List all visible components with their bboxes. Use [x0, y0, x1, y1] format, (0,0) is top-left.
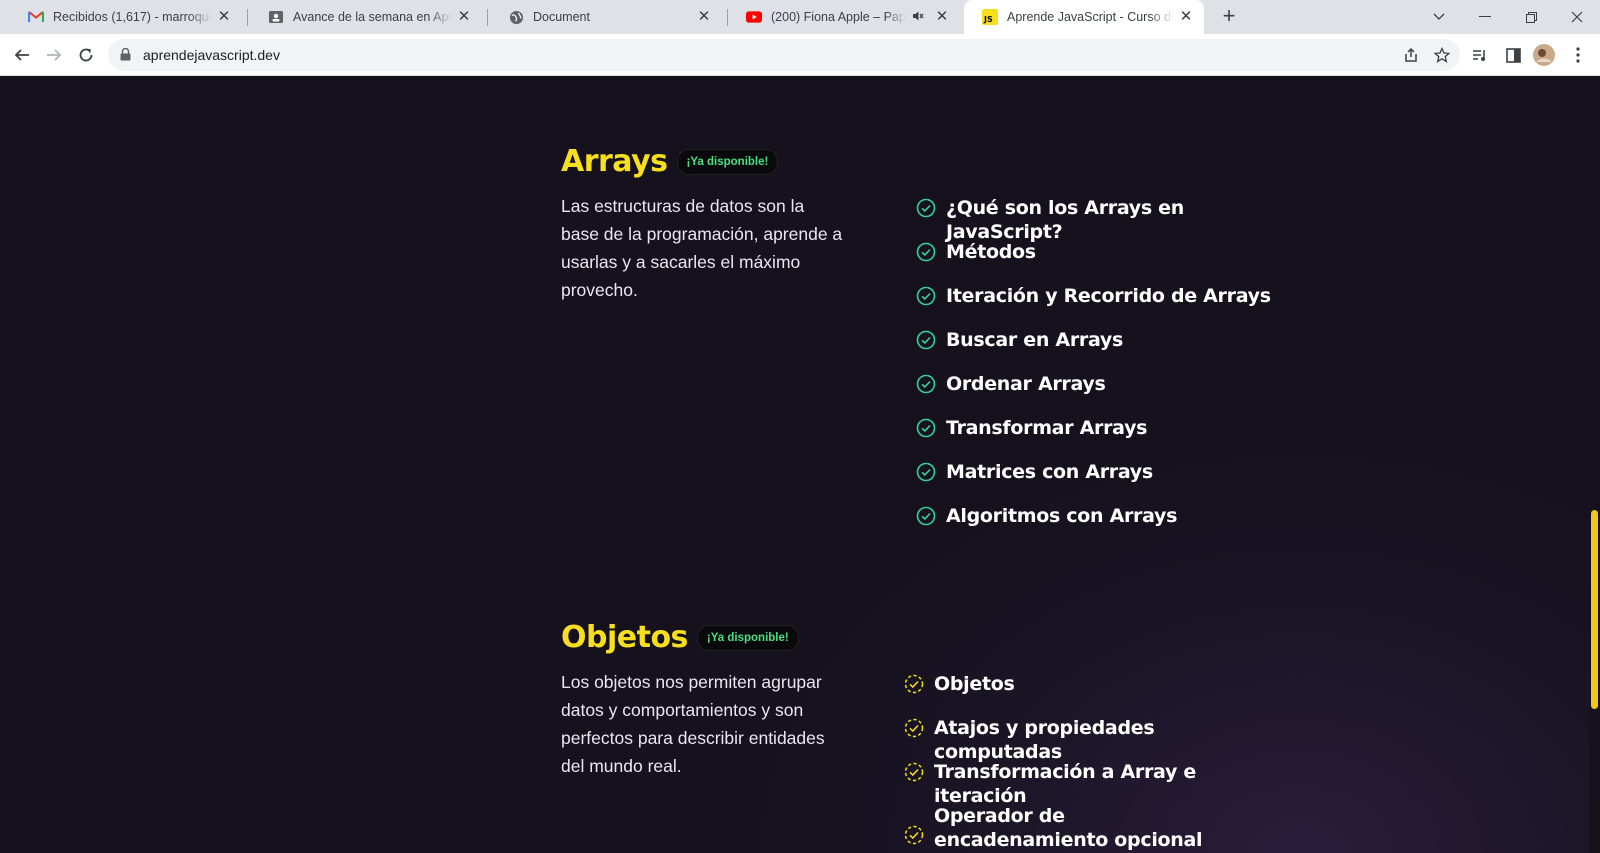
- close-tab-icon[interactable]: ✕: [216, 9, 232, 25]
- tab-title: Document: [533, 10, 590, 24]
- available-badge: ¡Ya disponible!: [676, 148, 779, 175]
- topic-item[interactable]: Operador de encadenamiento opcional: [904, 804, 1281, 852]
- tab-separator: [247, 9, 248, 26]
- speaker-muted-icon[interactable]: [912, 10, 924, 25]
- tab-title: (200) Fiona Apple – Paper Bag: [771, 10, 906, 24]
- topic-item[interactable]: Iteración y Recorrido de Arrays: [916, 284, 1281, 328]
- section-description: Las estructuras de datos son la base de …: [561, 196, 843, 300]
- topic-item[interactable]: Buscar en Arrays: [916, 328, 1281, 372]
- reload-button[interactable]: [70, 39, 102, 71]
- topic-item[interactable]: Transformación a Array e iteración: [904, 760, 1281, 807]
- section-objetos: Objetos ¡Ya disponible! Los objetos nos …: [561, 620, 1281, 851]
- check-circle-icon: [916, 374, 936, 394]
- topic-label: Buscar en Arrays: [946, 329, 1123, 351]
- tab-document[interactable]: Document ✕: [490, 0, 722, 34]
- tab-strip: Recibidos (1,617) - marroquinpan ✕ Avanc…: [0, 0, 1600, 34]
- reload-icon: [79, 48, 93, 62]
- share-icon[interactable]: [1395, 39, 1427, 71]
- section-title: Objetos: [561, 620, 688, 655]
- topic-label: Atajos y propiedades computadas: [934, 717, 1155, 763]
- close-tab-icon[interactable]: ✕: [696, 9, 712, 25]
- topic-list: ¿Qué son los Arrays en JavaScript? Métod…: [916, 196, 1281, 548]
- dashed-check-circle-icon: [904, 762, 924, 782]
- close-window-button[interactable]: [1554, 0, 1600, 34]
- browser-toolbar: aprendejavascript.dev: [0, 34, 1600, 76]
- topic-item[interactable]: Matrices con Arrays: [916, 460, 1281, 504]
- back-button[interactable]: [6, 39, 38, 71]
- topic-label: Operador de encadenamiento opcional: [934, 805, 1203, 851]
- gmail-icon: [28, 9, 44, 25]
- topic-list: Objetos Atajos y propiedades computadas …: [904, 672, 1281, 852]
- restore-button[interactable]: [1508, 0, 1554, 34]
- tab-title: Aprende JavaScript - Curso de JavaScript: [1007, 10, 1174, 24]
- topic-item[interactable]: ¿Qué son los Arrays en JavaScript?: [916, 196, 1281, 243]
- section-header: Objetos ¡Ya disponible!: [561, 620, 1281, 655]
- tab-separator: [487, 9, 488, 26]
- check-circle-icon: [916, 506, 936, 526]
- forward-arrow-icon: [47, 49, 62, 61]
- profile-avatar-icon[interactable]: [1528, 39, 1560, 71]
- section-description: Los objetos nos permiten agrupar datos y…: [561, 672, 825, 776]
- check-circle-icon: [916, 330, 936, 350]
- tab-youtube[interactable]: (200) Fiona Apple – Paper Bag ✕: [728, 0, 960, 34]
- section-title: Arrays: [561, 144, 668, 179]
- topic-label: Ordenar Arrays: [946, 373, 1106, 395]
- tab-search-icon[interactable]: [1416, 0, 1462, 34]
- close-tab-icon[interactable]: ✕: [934, 9, 950, 25]
- close-tab-icon[interactable]: ✕: [456, 9, 472, 25]
- globe-icon: [508, 9, 524, 25]
- classroom-icon: [268, 9, 284, 25]
- svg-text:JS: JS: [983, 15, 993, 24]
- address-bar[interactable]: aprendejavascript.dev: [108, 39, 1460, 71]
- section-arrays: Arrays ¡Ya disponible! Las estructuras d…: [561, 144, 1281, 527]
- topic-label: Objetos: [934, 673, 1015, 695]
- tab-title: Avance de la semana en Aprende: [293, 10, 452, 24]
- tab-title: Recibidos (1,617) - marroquinpan: [53, 10, 212, 24]
- check-circle-icon: [916, 198, 936, 218]
- scrollbar[interactable]: [1589, 76, 1600, 853]
- check-circle-icon: [916, 418, 936, 438]
- scrollbar-thumb[interactable]: [1591, 510, 1598, 709]
- tab-gmail[interactable]: Recibidos (1,617) - marroquinpan ✕: [10, 0, 242, 34]
- topic-item[interactable]: Algoritmos con Arrays: [916, 504, 1281, 548]
- side-panel-icon[interactable]: [1497, 39, 1529, 71]
- tab-aprendejavascript[interactable]: JS Aprende JavaScript - Curso de JavaScr…: [964, 0, 1204, 34]
- dashed-check-circle-icon: [904, 718, 924, 738]
- url-text: aprendejavascript.dev: [143, 47, 280, 63]
- topic-label: Transformar Arrays: [946, 417, 1148, 439]
- check-circle-icon: [916, 242, 936, 262]
- youtube-icon: [746, 9, 762, 25]
- topic-item[interactable]: Métodos: [916, 240, 1281, 284]
- media-control-icon[interactable]: [1464, 39, 1496, 71]
- page-content: Arrays ¡Ya disponible! Las estructuras d…: [0, 76, 1600, 853]
- topic-label: Matrices con Arrays: [946, 461, 1153, 483]
- topic-item[interactable]: Atajos y propiedades computadas: [904, 716, 1281, 763]
- check-circle-icon: [916, 286, 936, 306]
- topic-label: Métodos: [946, 241, 1036, 263]
- section-header: Arrays ¡Ya disponible!: [561, 144, 1281, 179]
- topic-label: Algoritmos con Arrays: [946, 505, 1178, 527]
- dashed-check-circle-icon: [904, 674, 924, 694]
- check-circle-icon: [916, 462, 936, 482]
- js-icon: JS: [982, 9, 998, 25]
- topic-label: Transformación a Array e iteración: [934, 761, 1196, 807]
- close-tab-icon[interactable]: ✕: [1178, 9, 1194, 25]
- dashed-check-circle-icon: [904, 825, 924, 845]
- lock-icon[interactable]: [120, 47, 131, 66]
- tab-classroom[interactable]: Avance de la semana en Aprende ✕: [250, 0, 482, 34]
- forward-button[interactable]: [38, 39, 70, 71]
- topic-item[interactable]: Objetos: [904, 672, 1281, 716]
- new-tab-button[interactable]: +: [1218, 5, 1240, 28]
- bookmark-star-icon[interactable]: [1426, 39, 1458, 71]
- topic-label: ¿Qué son los Arrays en JavaScript?: [946, 197, 1184, 243]
- minimize-button[interactable]: [1462, 0, 1508, 34]
- topic-label: Iteración y Recorrido de Arrays: [946, 285, 1271, 307]
- back-arrow-icon: [14, 49, 29, 61]
- chrome-menu-icon[interactable]: [1562, 39, 1594, 71]
- topic-item[interactable]: Transformar Arrays: [916, 416, 1281, 460]
- available-badge: ¡Ya disponible!: [696, 624, 799, 651]
- topic-item[interactable]: Ordenar Arrays: [916, 372, 1281, 416]
